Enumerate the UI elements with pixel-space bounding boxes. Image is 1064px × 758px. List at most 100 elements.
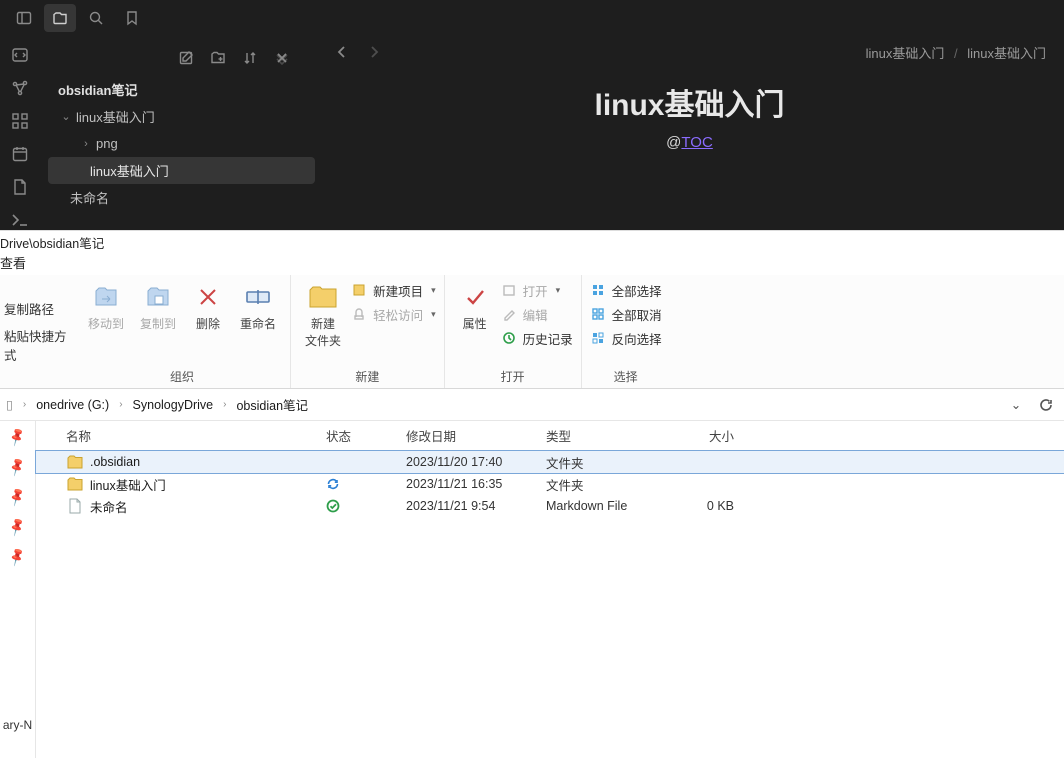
pin-icon[interactable]: 📌 — [6, 426, 28, 448]
tree-folder[interactable]: ⌄ linux基础入门 — [48, 103, 315, 130]
dropdown-icon: ▾ — [431, 309, 436, 320]
move-to-button[interactable]: 移动到 — [82, 277, 130, 332]
copy-to-button[interactable]: 复制到 — [134, 277, 182, 332]
paste-shortcut-button[interactable]: 粘贴快捷方式 — [4, 326, 70, 364]
group-label: 新建 — [299, 368, 436, 388]
col-header-type[interactable]: 类型 — [546, 426, 664, 445]
select-invert-button[interactable]: 反向选择 — [590, 327, 662, 349]
breadcrumb-segment[interactable]: onedrive (G:) — [36, 398, 109, 412]
easy-access-button[interactable]: 轻松访问 ▾ — [351, 303, 436, 325]
history-icon — [501, 330, 517, 346]
address-bar[interactable]: ▯ › onedrive (G:) › SynologyDrive › obsi… — [0, 389, 1064, 421]
folder-icon — [307, 281, 339, 313]
file-type-label: 文件夹 — [546, 475, 664, 494]
pin-icon[interactable]: 📌 — [6, 486, 28, 508]
button-label: 轻松访问 — [373, 305, 423, 324]
file-list: 名称 状态 修改日期 类型 大小 .obsidian 2023/11/20 17… — [36, 421, 1064, 758]
collapse-icon[interactable] — [273, 49, 291, 67]
graph-icon[interactable] — [8, 77, 32, 98]
open-icon — [501, 282, 517, 298]
tree-item-label: png — [96, 136, 118, 151]
tree-item-label: linux基础入门 — [90, 161, 169, 180]
file-date-label: 2023/11/21 16:35 — [406, 477, 546, 491]
toc-link[interactable]: TOC — [681, 134, 712, 151]
nav-back-icon[interactable] — [333, 43, 351, 61]
breadcrumb-segment[interactable]: linux基础入门 — [866, 46, 945, 61]
breadcrumb-root-icon: ▯ — [6, 397, 13, 412]
col-header-name[interactable]: 名称 — [66, 426, 326, 445]
history-button[interactable]: 历史记录 — [501, 327, 573, 349]
select-none-button[interactable]: 全部取消 — [590, 303, 662, 325]
breadcrumb[interactable]: linux基础入门 / linux基础入门 — [866, 43, 1046, 62]
delete-icon — [192, 281, 224, 313]
folder-icon — [66, 453, 84, 471]
search-icon[interactable] — [80, 4, 112, 32]
button-label: 反向选择 — [612, 329, 662, 348]
daily-note-icon[interactable] — [8, 143, 32, 164]
tree-file-active[interactable]: linux基础入门 — [48, 157, 315, 184]
pin-icon[interactable]: 📌 — [6, 546, 28, 568]
sidebar-toggle-icon[interactable] — [8, 4, 40, 32]
new-folder-icon[interactable] — [209, 49, 227, 67]
sync-status-syncing-icon — [326, 477, 340, 491]
tree-file[interactable]: 未命名 — [48, 184, 315, 211]
vault-title[interactable]: obsidian笔记 — [48, 76, 315, 103]
refresh-icon[interactable] — [1034, 393, 1058, 417]
button-label: 全部取消 — [612, 305, 662, 324]
nav-forward-icon[interactable] — [365, 43, 383, 61]
col-header-date[interactable]: 修改日期 — [406, 426, 546, 445]
address-dropdown-icon[interactable]: ⌄ — [1004, 393, 1028, 417]
files-icon[interactable] — [44, 4, 76, 32]
rename-button[interactable]: 重命名 — [234, 277, 282, 332]
edit-button[interactable]: 编辑 — [501, 303, 573, 325]
breadcrumb-segment[interactable]: SynologyDrive — [133, 398, 214, 412]
file-row[interactable]: linux基础入门 2023/11/21 16:35 文件夹 — [36, 473, 1064, 495]
properties-button[interactable]: 属性 — [453, 277, 497, 332]
breadcrumb-segment[interactable]: obsidian笔记 — [236, 395, 308, 414]
explorer-body: 📌 📌 📌 📌 📌 ary-N 名称 状态 修改日期 类型 大小 .obsidi… — [0, 421, 1064, 758]
group-label: 组织 — [82, 368, 282, 388]
quick-access-rail: 📌 📌 📌 📌 📌 ary-N — [0, 421, 36, 758]
delete-button[interactable]: 删除 — [186, 277, 230, 332]
sync-status-synced-icon — [326, 499, 340, 513]
breadcrumb-segment[interactable]: linux基础入门 — [967, 46, 1046, 61]
sort-icon[interactable] — [241, 49, 259, 67]
tree-folder[interactable]: › png — [48, 130, 315, 157]
dropdown-icon: ▾ — [431, 285, 436, 296]
col-header-size[interactable]: 大小 — [664, 426, 734, 445]
button-label: 历史记录 — [523, 329, 573, 348]
button-label: 重命名 — [240, 315, 276, 332]
folder-icon — [66, 475, 84, 493]
bookmark-icon[interactable] — [116, 4, 148, 32]
button-label: 属性 — [463, 315, 487, 332]
canvas-icon[interactable] — [8, 110, 32, 131]
file-row[interactable]: .obsidian 2023/11/20 17:40 文件夹 — [36, 451, 1064, 473]
file-name-label: 未命名 — [90, 497, 128, 516]
open-button[interactable]: 打开▾ — [501, 279, 573, 301]
window-title: Drive\obsidian笔记 — [0, 231, 1064, 253]
truncated-tree-label: ary-N — [3, 718, 32, 758]
select-all-button[interactable]: 全部选择 — [590, 279, 662, 301]
file-size-label: 0 KB — [664, 499, 734, 513]
file-explorer-toolbar — [40, 44, 315, 72]
menu-view[interactable]: 查看 — [0, 253, 1064, 275]
vault-name-label: obsidian笔记 — [58, 80, 137, 99]
new-folder-button[interactable]: 新建 文件夹 — [299, 277, 347, 349]
pin-icon[interactable]: 📌 — [6, 516, 28, 538]
templates-icon[interactable] — [8, 176, 32, 197]
chevron-right-icon: › — [78, 138, 94, 150]
pin-icon[interactable]: 📌 — [6, 456, 28, 478]
group-label: 打开 — [453, 368, 573, 388]
copy-path-button[interactable]: 复制路径 — [4, 299, 70, 318]
command-icon[interactable] — [8, 209, 32, 230]
move-to-icon — [90, 281, 122, 313]
new-item-button[interactable]: 新建项目▾ — [351, 279, 436, 301]
quick-switcher-icon[interactable] — [8, 44, 32, 65]
file-row[interactable]: 未命名 2023/11/21 9:54 Markdown File 0 KB — [36, 495, 1064, 517]
editor-content[interactable]: linux基础入门 @TOC — [315, 68, 1064, 230]
note-title-heading: linux基础入门 — [594, 80, 784, 124]
col-header-state[interactable]: 状态 — [326, 426, 406, 445]
new-note-icon[interactable] — [177, 49, 195, 67]
ribbon: 复制路径 粘贴快捷方式 移动到 复制到 — [0, 275, 1064, 389]
dropdown-icon: ▾ — [556, 285, 561, 296]
